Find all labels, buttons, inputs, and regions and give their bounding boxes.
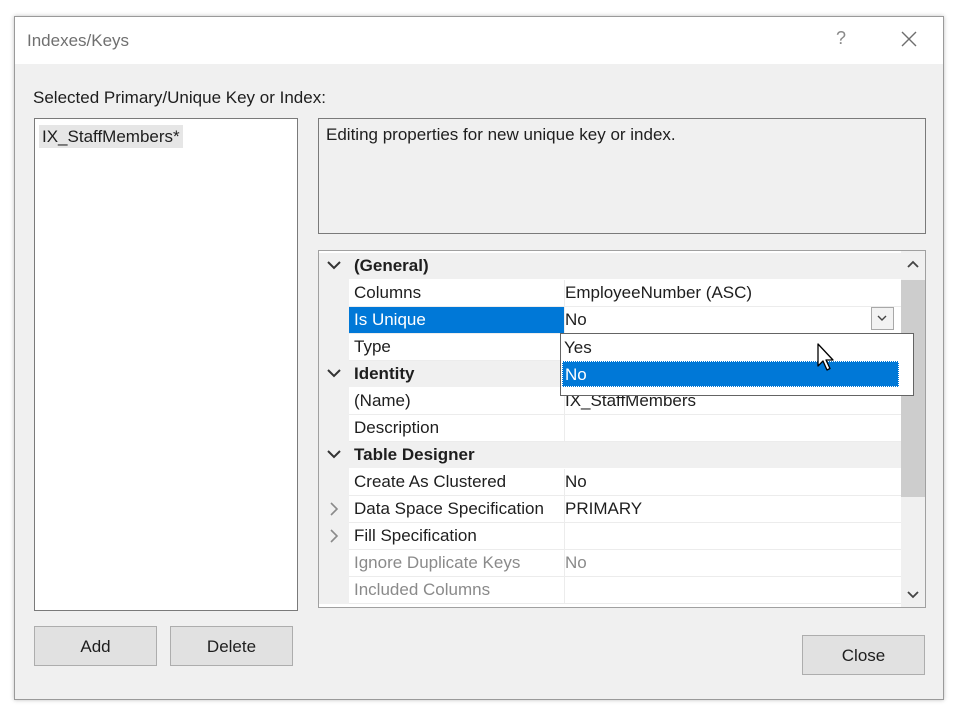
scroll-down-icon[interactable] [901, 582, 925, 607]
prop-value[interactable] [560, 415, 901, 442]
prop-value[interactable]: No [560, 469, 901, 496]
indexes-keys-dialog: Indexes/Keys ? Selected Primary/Unique K… [14, 16, 944, 700]
prop-value[interactable]: PRIMARY [560, 496, 901, 523]
index-list[interactable]: IX_StaffMembers* [34, 118, 298, 611]
dropdown-option-no[interactable]: No [562, 361, 899, 387]
property-grid[interactable]: (General) Columns EmployeeNumber (ASC) I… [318, 250, 926, 608]
prop-name: Description [349, 415, 565, 442]
prop-row-columns[interactable]: Columns EmployeeNumber (ASC) [319, 280, 901, 307]
collapse-identity[interactable] [319, 361, 349, 388]
prop-row-create-as-clustered[interactable]: Create As Clustered No [319, 469, 901, 496]
prop-name: (Name) [349, 388, 565, 415]
prop-row-included-columns[interactable]: Included Columns [319, 577, 901, 604]
close-button[interactable]: Close [802, 635, 925, 675]
category-label: (General) [349, 253, 906, 279]
prop-row-is-unique[interactable]: Is Unique No [319, 307, 901, 334]
mouse-pointer-icon [817, 343, 837, 378]
expand-data-space[interactable] [319, 496, 349, 523]
prop-row-data-space[interactable]: Data Space Specification PRIMARY [319, 496, 901, 523]
title-bar: Indexes/Keys ? [15, 17, 943, 64]
prop-name: Type [349, 334, 565, 361]
prop-name: Included Columns [349, 577, 565, 604]
prop-row-description[interactable]: Description [319, 415, 901, 442]
description-panel: Editing properties for new unique key or… [318, 118, 926, 234]
prop-name: Fill Specification [349, 523, 565, 550]
chevron-down-icon [327, 261, 341, 270]
prop-name: Create As Clustered [349, 469, 565, 496]
prop-row-ignore-dup-keys[interactable]: Ignore Duplicate Keys No [319, 550, 901, 577]
add-button[interactable]: Add [34, 626, 157, 666]
help-icon[interactable]: ? [833, 28, 849, 49]
chevron-right-icon [330, 502, 339, 516]
chevron-right-icon [330, 529, 339, 543]
chevron-down-icon [327, 450, 341, 459]
prop-value[interactable]: EmployeeNumber (ASC) [560, 280, 901, 307]
window-title: Indexes/Keys [27, 31, 130, 50]
prop-name: Data Space Specification [349, 496, 565, 523]
category-general[interactable]: (General) [319, 253, 906, 280]
expand-fill-spec[interactable] [319, 523, 349, 550]
prop-value[interactable]: No [560, 307, 901, 334]
collapse-general[interactable] [319, 253, 349, 280]
vertical-scrollbar[interactable] [901, 251, 925, 607]
collapse-table-designer[interactable] [319, 442, 349, 469]
chevron-down-icon [327, 369, 341, 378]
prop-name: Ignore Duplicate Keys [349, 550, 565, 577]
category-table-designer[interactable]: Table Designer [319, 442, 906, 469]
description-text: Editing properties for new unique key or… [326, 125, 676, 144]
dropdown-button[interactable] [871, 307, 894, 330]
is-unique-dropdown-list[interactable]: Yes No [560, 333, 914, 396]
prop-value[interactable] [560, 523, 901, 550]
prop-value[interactable] [560, 577, 901, 604]
prop-name: Columns [349, 280, 565, 307]
scroll-up-icon[interactable] [901, 251, 925, 278]
selected-key-label: Selected Primary/Unique Key or Index: [33, 88, 326, 107]
delete-button[interactable]: Delete [170, 626, 293, 666]
prop-row-fill-spec[interactable]: Fill Specification [319, 523, 901, 550]
prop-value[interactable]: No [560, 550, 901, 577]
dropdown-option-yes[interactable]: Yes [562, 335, 900, 361]
prop-name: Is Unique [349, 307, 565, 334]
category-label: Table Designer [349, 442, 906, 468]
close-icon[interactable] [899, 29, 919, 49]
chevron-down-icon [877, 315, 887, 321]
index-list-item[interactable]: IX_StaffMembers* [39, 125, 183, 148]
